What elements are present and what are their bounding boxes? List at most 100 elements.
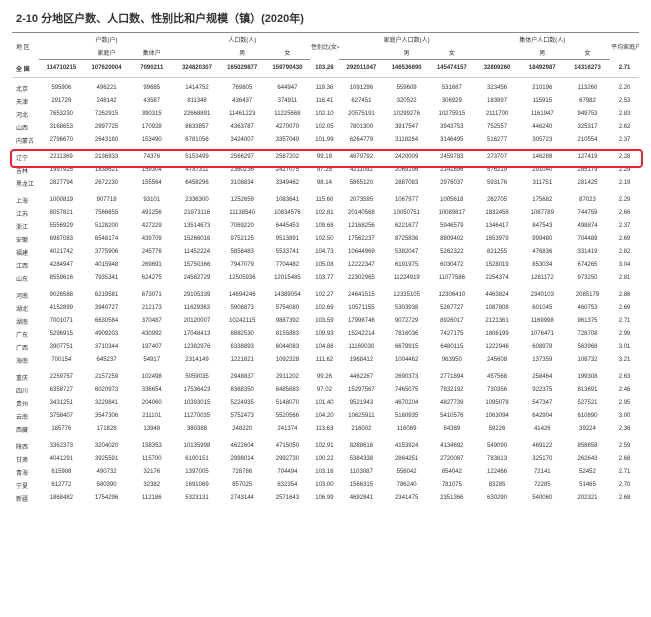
data-cell: 593176 [474,177,519,190]
data-cell: 108732 [565,354,610,367]
data-cell: 3.21 [610,354,639,367]
data-cell: 15242214 [339,328,384,341]
table-row: 安徽69870836548174439709152660169752125951… [12,233,639,246]
data-cell: 325317 [565,121,610,134]
data-cell: 101.99 [310,134,339,147]
data-cell: 107620004 [84,60,129,78]
data-cell: 961375 [565,315,610,328]
data-cell: 1653979 [474,233,519,246]
data-cell: 15266016 [174,233,219,246]
data-cell: 2.86 [610,289,639,302]
data-cell: 11629363 [174,302,219,315]
data-cell: 949753 [565,108,610,121]
data-cell: 241374 [265,423,310,436]
data-cell: 2.29 [610,194,639,207]
region-cell: 浙江 [12,220,39,233]
data-cell: 1868482 [39,492,84,505]
data-cell: 5858483 [220,246,265,259]
data-cell: 2.69 [610,302,639,315]
data-cell: 2827794 [39,177,84,190]
data-cell: 595906 [39,82,84,95]
data-cell: 2.53 [610,95,639,108]
data-cell: 311751 [520,177,565,190]
data-cell: 1095078 [474,397,519,410]
region-cell: 吉林 [12,164,39,177]
data-cell: 2.62 [610,121,639,134]
data-cell: 99.26 [310,371,339,384]
data-cell: 3547306 [84,410,129,423]
col-f-female: 女 [429,46,474,60]
data-cell: 103.59 [310,315,339,328]
data-cell: 496221 [84,82,129,95]
data-cell: 6338893 [220,341,265,354]
data-cell: 813691 [565,384,610,397]
data-cell: 305723 [520,134,565,147]
data-cell: 907718 [84,194,129,207]
table-row: 重庆22597572157259102498505903529488372911… [12,371,639,384]
data-cell: 98.14 [310,177,339,190]
data-cell: 4015948 [84,259,129,272]
data-cell: 212173 [129,302,174,315]
data-cell: 4270070 [265,121,310,134]
data-cell: 99.19 [310,151,339,164]
data-cell: 3710344 [84,341,129,354]
data-cell: 3.00 [610,410,639,423]
data-cell: 5946579 [429,220,474,233]
data-cell: 783813 [474,453,519,466]
region-cell: 江苏 [12,207,39,220]
data-cell: 9752125 [220,233,265,246]
data-cell: 146288 [520,151,565,164]
data-cell: 8057821 [39,207,84,220]
data-cell: 3168653 [39,121,84,134]
data-cell: 2.70 [610,479,639,492]
table-row: 河北76532307262915390315226688911146122311… [12,108,639,121]
data-cell: 999480 [520,233,565,246]
data-cell: 8485683 [265,384,310,397]
data-cell: 115915 [520,95,565,108]
data-cell: 2.81 [610,272,639,285]
data-cell: 15750366 [174,259,219,272]
data-cell: 112186 [129,492,174,505]
data-cell: 1832458 [474,207,519,220]
data-cell: 285179 [565,164,610,177]
data-cell: 1346417 [474,220,519,233]
data-cell: 6020973 [84,384,129,397]
data-cell: 320522 [384,95,429,108]
table-row: 湖南70010716630584370487201200071024211598… [12,315,639,328]
data-cell: 1838621 [84,164,129,177]
table-row: 北京59590649622199685141475276980564494711… [12,82,639,95]
table-row: 湖北41528993940727212173116293635908873575… [12,302,639,315]
data-cell: 24582729 [174,272,219,285]
data-cell: 258464 [520,371,565,384]
data-cell: 2.20 [610,82,639,95]
data-cell: 104.73 [310,246,339,259]
data-cell: 2.28 [610,151,639,164]
col-p-male: 男 [220,46,265,60]
data-cell: 12168256 [339,220,384,233]
data-cell: 3431251 [39,397,84,410]
col-sexratio: 性别比(女=100) [310,33,339,60]
data-cell: 2340103 [520,289,565,302]
data-cell: 374911 [265,95,310,108]
data-cell: 2998014 [220,453,265,466]
data-cell: 2111700 [474,108,519,121]
data-cell: 102.27 [310,289,339,302]
data-cell: 2864251 [384,453,429,466]
data-cell: 728708 [565,328,610,341]
data-cell: 59226 [474,423,519,436]
data-cell: 10625911 [339,410,384,423]
col-h-family: 家庭户 [84,46,129,60]
data-cell: 262705 [474,194,519,207]
data-cell: 2211369 [39,151,84,164]
data-cell: 9521943 [339,397,384,410]
data-cell: 4463824 [474,289,519,302]
data-cell: 210554 [565,134,610,147]
data-cell: 67982 [565,95,610,108]
data-cell: 8882530 [220,328,265,341]
data-cell: 323456 [474,82,519,95]
data-cell: 32176 [129,466,174,479]
data-cell: 5754080 [265,302,310,315]
data-cell: 1754296 [84,492,129,505]
data-cell: 1091296 [339,82,384,95]
data-cell: 853034 [520,259,565,272]
